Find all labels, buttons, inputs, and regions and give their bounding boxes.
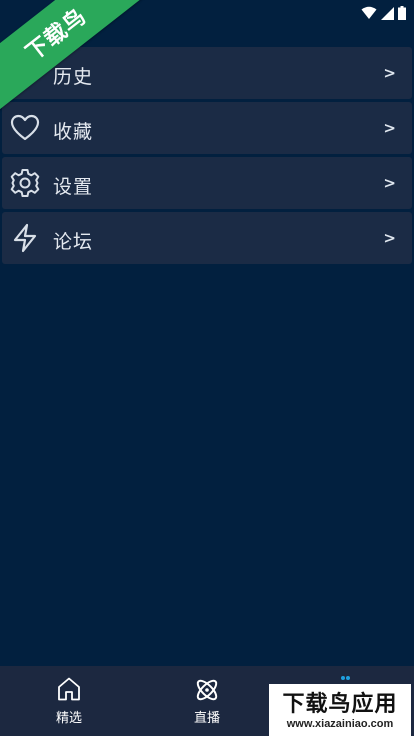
chevron-right-icon: >	[383, 174, 396, 192]
menu-item-favorites[interactable]: 收藏 >	[2, 102, 412, 154]
tab-label: 精选	[55, 710, 82, 725]
chevron-right-icon: >	[383, 119, 396, 137]
status-icons	[361, 6, 406, 20]
menu-item-settings[interactable]: 设置 >	[2, 157, 412, 209]
atom-icon	[167, 676, 247, 702]
chevron-right-icon: >	[383, 229, 396, 247]
heart-icon	[10, 114, 40, 142]
user-icon[interactable]	[336, 668, 356, 680]
watermark-url: www.xiazainiao.com	[286, 717, 394, 730]
watermark-logo: 下载鸟应用 www.xiazainiao.com	[269, 684, 411, 736]
menu-item-label: 设置	[53, 177, 94, 198]
chevron-right-icon: >	[383, 64, 396, 82]
menu-list: 历史 > 收藏 > 设置 > 论坛 >	[2, 47, 412, 267]
tab-live[interactable]: 直播	[167, 676, 247, 726]
gear-icon	[10, 169, 40, 197]
menu-item-label: 收藏	[53, 122, 94, 143]
menu-item-forum[interactable]: 论坛 >	[2, 212, 412, 264]
signal-icon	[381, 6, 394, 20]
wifi-icon	[361, 6, 377, 19]
lightning-icon	[10, 223, 40, 253]
tab-label: 直播	[193, 710, 220, 725]
tab-featured[interactable]: 精选	[29, 676, 109, 726]
home-icon	[29, 676, 109, 702]
battery-icon	[398, 6, 406, 20]
menu-item-label: 论坛	[53, 232, 94, 253]
watermark-title: 下载鸟应用	[282, 690, 398, 716]
menu-item-label: 历史	[53, 67, 94, 88]
